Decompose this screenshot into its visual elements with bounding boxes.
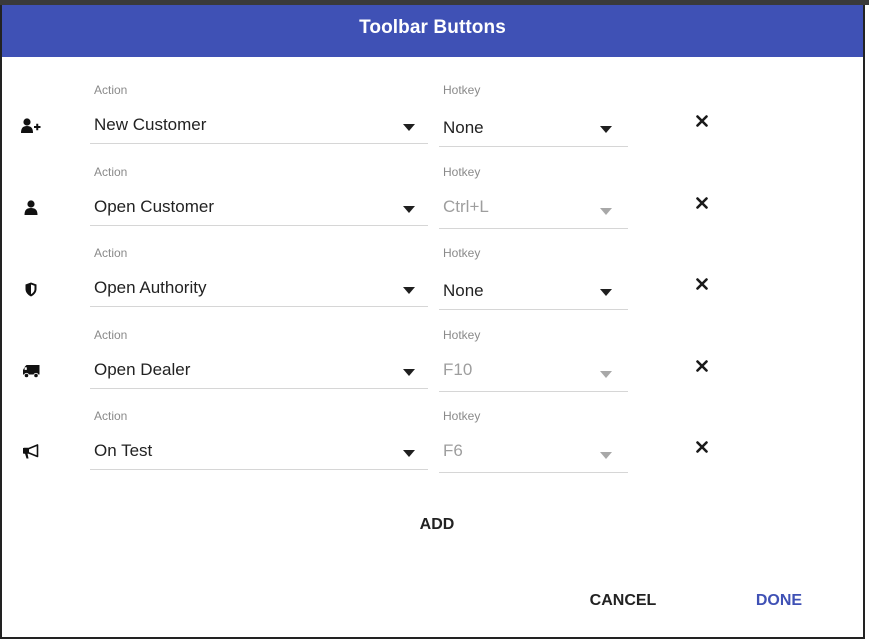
user-icon (20, 197, 42, 219)
toolbar-button-row: Action New Customer Hotkey None (2, 83, 863, 165)
hotkey-value: F10 (443, 360, 473, 379)
close-icon (696, 115, 708, 127)
remove-row-button[interactable] (693, 438, 711, 456)
dropdown-arrow-icon (403, 287, 415, 294)
action-select[interactable]: Action Open Dealer (90, 328, 428, 390)
hotkey-label: Hotkey (443, 246, 481, 260)
dropdown-arrow-icon (600, 289, 612, 296)
action-label: Action (94, 165, 128, 179)
hotkey-select[interactable]: Hotkey Ctrl+L (439, 165, 628, 229)
close-icon (696, 197, 708, 209)
user-plus-icon (20, 115, 42, 137)
dropdown-arrow-icon (600, 371, 612, 378)
action-value: Open Customer (94, 197, 214, 216)
action-value: On Test (94, 441, 153, 460)
hotkey-underline (439, 472, 628, 473)
hotkey-underline (439, 146, 628, 147)
dialog-title: Toolbar Buttons (2, 5, 863, 57)
toolbar-button-row: Action Open Authority Hotkey None (2, 246, 863, 328)
dropdown-arrow-icon (403, 124, 415, 131)
hotkey-select[interactable]: Hotkey None (439, 83, 628, 147)
dropdown-arrow-icon (403, 369, 415, 376)
dropdown-arrow-icon (600, 126, 612, 133)
action-value: New Customer (94, 115, 207, 134)
shield-icon (20, 278, 42, 300)
action-underline (90, 143, 428, 144)
truck-icon (20, 360, 42, 382)
close-icon (696, 278, 708, 290)
close-icon (696, 441, 708, 453)
hotkey-underline (439, 391, 628, 392)
action-underline (90, 469, 428, 470)
hotkey-value: None (443, 118, 484, 137)
dropdown-arrow-icon (600, 208, 612, 215)
remove-row-button[interactable] (693, 357, 711, 375)
remove-row-button[interactable] (693, 275, 711, 293)
done-button[interactable]: DONE (734, 583, 824, 619)
dropdown-arrow-icon (403, 206, 415, 213)
remove-row-button[interactable] (693, 112, 711, 130)
action-value: Open Authority (94, 278, 207, 297)
toolbar-button-row: Action Open Customer Hotkey Ctrl+L (2, 165, 863, 247)
hotkey-label: Hotkey (443, 409, 481, 423)
action-select[interactable]: Action On Test (90, 409, 428, 471)
hotkey-label: Hotkey (443, 165, 481, 179)
action-label: Action (94, 246, 128, 260)
hotkey-value: Ctrl+L (443, 197, 489, 216)
hotkey-underline (439, 309, 628, 310)
hotkey-select[interactable]: Hotkey F10 (439, 328, 628, 392)
action-select[interactable]: Action New Customer (90, 83, 428, 145)
dropdown-arrow-icon (403, 450, 415, 457)
hotkey-select[interactable]: Hotkey F6 (439, 409, 628, 473)
action-label: Action (94, 83, 128, 97)
remove-row-button[interactable] (693, 194, 711, 212)
add-button[interactable]: ADD (392, 507, 482, 543)
cancel-button[interactable]: CANCEL (570, 583, 676, 619)
action-value: Open Dealer (94, 360, 191, 379)
toolbar-buttons-dialog: Toolbar Buttons Action New Customer Hotk… (0, 5, 865, 639)
megaphone-icon (20, 441, 42, 463)
action-select[interactable]: Action Open Authority (90, 246, 428, 308)
action-label: Action (94, 409, 128, 423)
hotkey-select[interactable]: Hotkey None (439, 246, 628, 310)
hotkey-value: F6 (443, 441, 463, 460)
hotkey-label: Hotkey (443, 328, 481, 342)
toolbar-button-row: Action On Test Hotkey F6 (2, 409, 863, 491)
hotkey-value: None (443, 281, 484, 300)
hotkey-underline (439, 228, 628, 229)
action-underline (90, 388, 428, 389)
action-select[interactable]: Action Open Customer (90, 165, 428, 227)
action-underline (90, 225, 428, 226)
dropdown-arrow-icon (600, 452, 612, 459)
action-underline (90, 306, 428, 307)
close-icon (696, 360, 708, 372)
toolbar-button-row: Action Open Dealer Hotkey F10 (2, 328, 863, 410)
hotkey-label: Hotkey (443, 83, 481, 97)
action-label: Action (94, 328, 128, 342)
